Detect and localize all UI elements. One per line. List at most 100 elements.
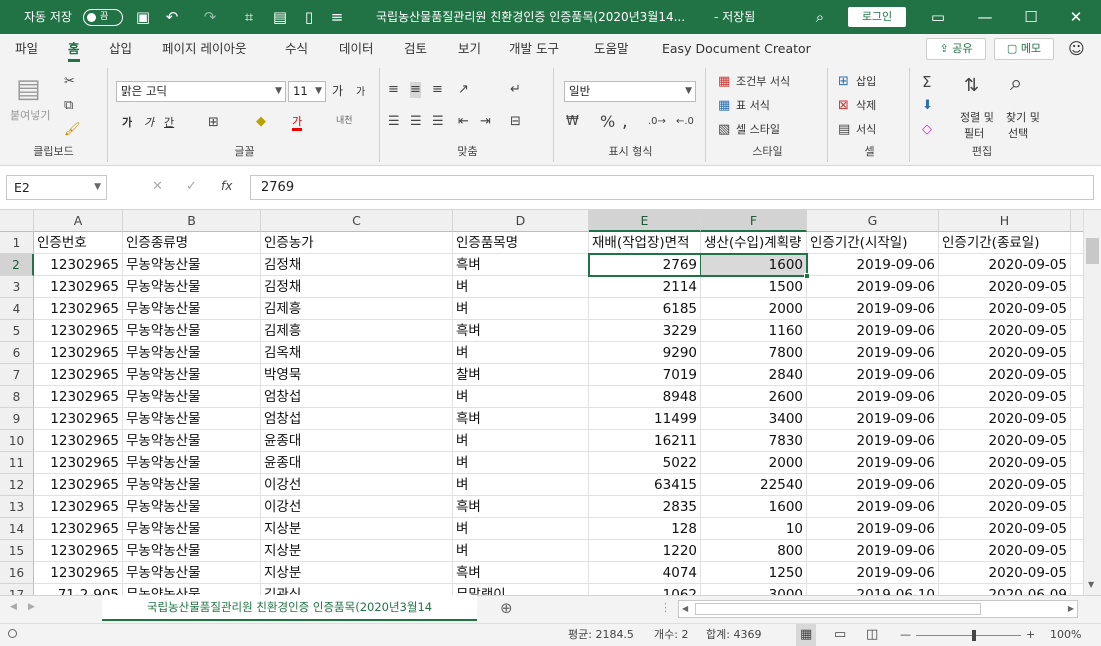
zoom-in-icon[interactable]: + [1026,624,1035,646]
scroll-right-icon[interactable]: ▶ [1068,604,1074,613]
prev-sheet-icon[interactable]: ◀ [10,602,17,612]
tab-developer[interactable]: 개발 도구 [509,34,559,64]
table-cell[interactable]: 12302965 [34,540,123,562]
table-cell[interactable]: 흑벼 [453,254,589,276]
table-cell[interactable]: 128 [589,518,701,540]
table-cell[interactable]: 2019-09-06 [807,562,939,584]
column-header-e[interactable]: E [589,210,701,232]
table-cell[interactable]: 800 [701,540,807,562]
table-cell[interactable]: 2114 [589,276,701,298]
row-header[interactable]: 9 [0,408,34,430]
table-cell[interactable]: 2835 [589,496,701,518]
table-cell[interactable]: 무농약농산물 [123,386,261,408]
table-cell[interactable]: 흑벼 [453,320,589,342]
tab-home[interactable]: 홈 [68,34,80,64]
table-cell[interactable]: 벼 [453,540,589,562]
table-cell[interactable]: 22540 [701,474,807,496]
tab-insert[interactable]: 삽입 [109,34,132,64]
table-cell[interactable]: 2019-09-06 [807,430,939,452]
zoom-out-icon[interactable]: — [900,624,911,646]
table-cell[interactable]: 8948 [589,386,701,408]
format-table-button[interactable]: 표 서식 [736,98,770,114]
align-right-icon[interactable]: ☰ [432,114,444,130]
align-left-icon[interactable]: ☰ [388,114,400,130]
table-cell[interactable]: 엄창섭 [261,408,453,430]
row-header[interactable]: 1 [0,232,34,254]
cancel-icon[interactable]: ✕ [152,179,163,194]
find-select-button-2[interactable]: 선택 [1008,126,1028,142]
table-cell[interactable]: 김관식 [261,584,453,595]
share-button[interactable]: ⇪ 공유 [926,38,986,60]
name-box[interactable]: E2 ▼ [6,175,107,200]
row-header[interactable]: 8 [0,386,34,408]
table-cell[interactable]: 2020-09-05 [939,408,1071,430]
table-cell[interactable]: 2019-06-10 [807,584,939,595]
header-cell[interactable]: 생산(수입)계획량 [701,232,807,254]
table-cell[interactable]: 지상분 [261,540,453,562]
row-header[interactable]: 11 [0,452,34,474]
format-cells-icon[interactable]: ▤ [838,122,850,138]
accounting-format-icon[interactable]: ₩ [566,114,579,130]
column-header-h[interactable]: H [939,210,1071,232]
table-cell[interactable]: 무농약농산물 [123,562,261,584]
clear-icon[interactable]: ◇ [922,122,932,138]
percent-icon[interactable]: % [600,114,615,130]
table-cell[interactable]: 71-2-905 [34,584,123,595]
table-cell[interactable]: 2019-09-06 [807,540,939,562]
smiley-icon[interactable]: ☺ [1068,34,1085,64]
table-cell[interactable]: 1220 [589,540,701,562]
row-header[interactable]: 16 [0,562,34,584]
font-color-button[interactable]: 가 [292,115,303,131]
table-cell[interactable]: 김정채 [261,276,453,298]
scroll-down-icon[interactable]: ▼ [1088,580,1094,589]
undo-icon[interactable]: ↶ [163,8,181,26]
column-header-d[interactable]: D [453,210,589,232]
close-icon[interactable]: ✕ [1067,8,1085,26]
table-cell[interactable]: 2020-09-05 [939,562,1071,584]
header-cell[interactable]: 재배(작업장)면적 [589,232,701,254]
format-table-icon[interactable]: ▦ [718,98,730,114]
table-cell[interactable]: 무농약농산물 [123,474,261,496]
table-cell[interactable]: 2019-09-06 [807,518,939,540]
table-cell[interactable]: 무농약농산물 [123,298,261,320]
sort-filter-icon[interactable]: ⇅ [964,77,979,95]
table-cell[interactable]: 2020-09-05 [939,342,1071,364]
number-format-select[interactable]: 일반 ▼ [564,81,696,102]
table-cell[interactable]: 2019-09-06 [807,408,939,430]
scroll-thumb[interactable] [1086,238,1099,264]
table-cell[interactable]: 벼 [453,298,589,320]
select-all-corner[interactable] [0,210,34,232]
copy-icon[interactable]: ⧉ [64,98,73,114]
redo-icon[interactable]: ↷ [201,8,219,26]
wrap-text-icon[interactable]: ↵ [510,82,521,98]
autosum-icon[interactable]: Σ [922,74,931,90]
align-bottom-icon[interactable]: ≡ [432,82,443,98]
table-cell[interactable]: 2020-09-05 [939,474,1071,496]
tab-data[interactable]: 데이터 [339,34,374,64]
autosave-toggle[interactable]: 끔 [83,9,123,26]
table-cell[interactable]: 벼 [453,386,589,408]
row-header[interactable]: 12 [0,474,34,496]
table-cell[interactable]: 무농약농산물 [123,364,261,386]
find-select-icon[interactable]: ⌕ [1010,73,1022,95]
table-cell[interactable]: 2020-09-05 [939,518,1071,540]
cell-styles-icon[interactable]: ▧ [718,122,730,138]
table-cell[interactable]: 7830 [701,430,807,452]
fill-icon[interactable]: ⬇ [922,98,933,114]
table-cell[interactable]: 2020-09-05 [939,540,1071,562]
header-cell[interactable]: 인증종류명 [123,232,261,254]
sort-filter-button-2[interactable]: 필터 [964,126,984,142]
table-cell[interactable]: 7019 [589,364,701,386]
header-cell[interactable]: 인증번호 [34,232,123,254]
column-header-f[interactable]: F [701,210,807,232]
table-cell[interactable]: 무농약농산물 [123,518,261,540]
table-cell[interactable]: 12302965 [34,276,123,298]
table-cell[interactable]: 12302965 [34,430,123,452]
table-cell[interactable]: 3229 [589,320,701,342]
decrease-indent-icon[interactable]: ⇤ [458,114,469,130]
formula-input[interactable]: 2769 [250,175,1094,200]
zoom-slider[interactable] [916,635,1021,636]
login-button[interactable]: 로그인 [848,7,906,27]
cut-icon[interactable]: ✂ [64,74,75,90]
add-sheet-icon[interactable]: ⊕ [500,599,513,617]
